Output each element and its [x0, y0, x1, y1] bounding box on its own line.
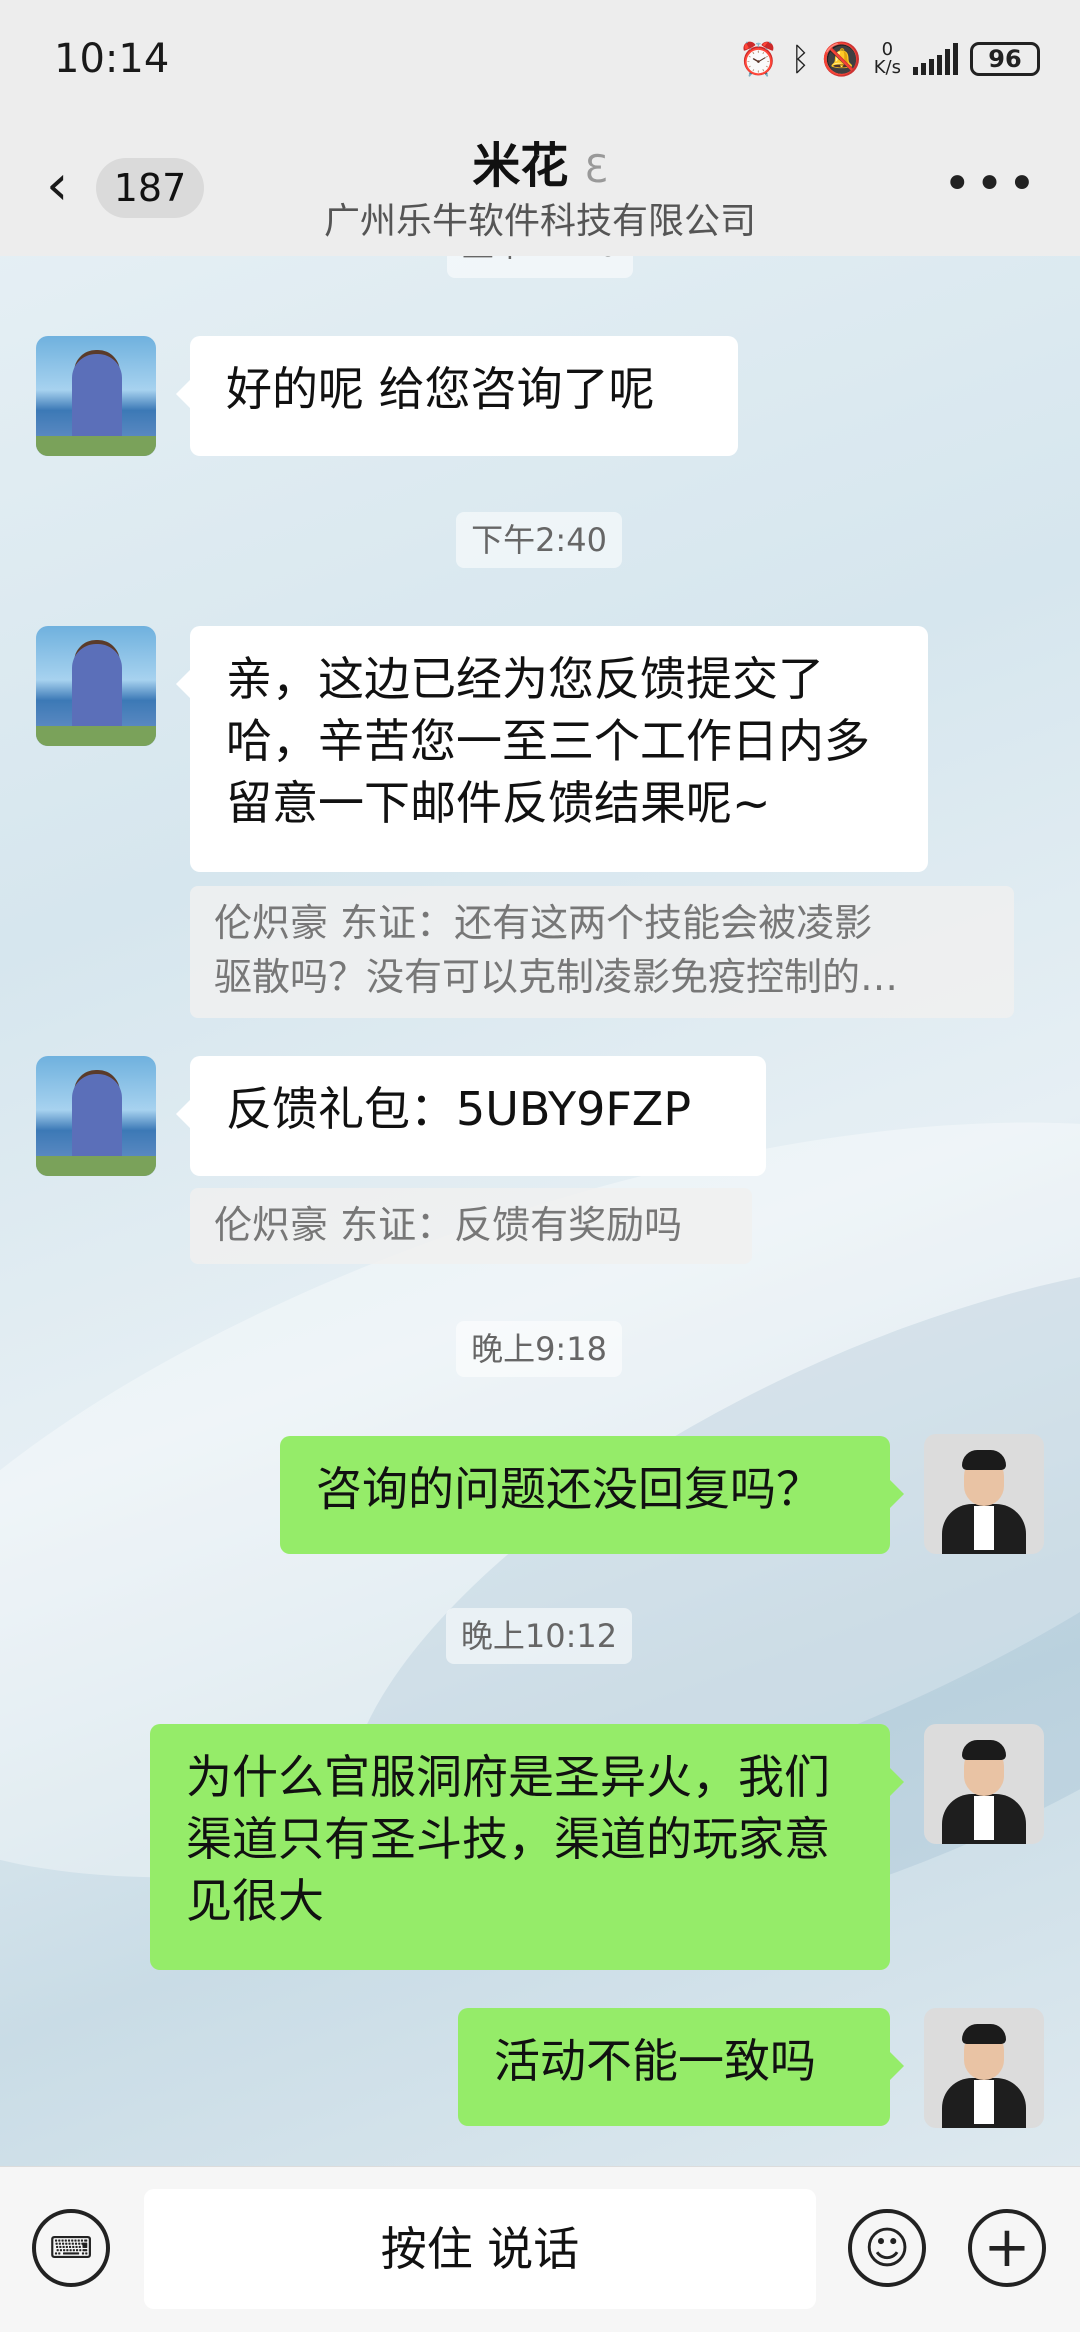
signal-icon [913, 43, 958, 75]
emoji-icon[interactable]: ☺ [848, 2209, 926, 2287]
battery-icon: 96 [970, 42, 1040, 76]
status-time: 10:14 [54, 36, 170, 82]
hold-to-talk-button[interactable]: 按住 说话 [144, 2189, 816, 2309]
more-options-icon[interactable]: ••• [943, 156, 1040, 212]
mute-icon: 🔕 [821, 40, 862, 78]
my-avatar[interactable] [924, 2008, 1044, 2128]
contact-avatar[interactable] [36, 336, 156, 456]
contact-company: 广州乐牛软件科技有限公司 [323, 201, 756, 242]
keyboard-icon[interactable]: ⌨ [32, 2209, 110, 2287]
my-avatar[interactable] [924, 1724, 1044, 1844]
timestamp: 晚上9:18 [456, 1321, 622, 1377]
status-icons: ⏰ ᛒ 🔕 0 K/s 96 [739, 40, 1040, 78]
ear-icon: ℇ [584, 147, 608, 191]
incoming-message[interactable]: 亲，这边已经为您反馈提交了哈，辛苦您一至三个工作日内多留意一下邮件反馈结果呢~ [176, 626, 928, 872]
chat-header: ‹ 187 米花 ℇ 广州乐牛软件科技有限公司 ••• [0, 118, 1080, 256]
timestamp: 晚上10:12 [446, 1608, 632, 1664]
my-avatar[interactable] [924, 1434, 1044, 1554]
outgoing-message[interactable]: 为什么官服洞府是圣异火，我们渠道只有圣斗技，渠道的玩家意见很大 [150, 1724, 904, 1970]
contact-avatar[interactable] [36, 1056, 156, 1176]
quoted-message[interactable]: 伦炽豪 东证：还有这两个技能会被凌影 驱散吗？没有可以克制凌影免疫控制的… [190, 886, 1014, 1018]
timestamp: 下午2:40 [456, 512, 622, 568]
status-bar: 10:14 ⏰ ᛒ 🔕 0 K/s 96 [0, 0, 1080, 118]
plus-icon[interactable]: + [968, 2209, 1046, 2287]
contact-name: 米花 [472, 138, 569, 194]
incoming-message[interactable]: 好的呢 给您咨询了呢 [176, 336, 738, 456]
bluetooth-icon: ᛒ [790, 40, 810, 78]
incoming-message[interactable]: 反馈礼包：5UBY9FZP [176, 1056, 766, 1176]
outgoing-message[interactable]: 咨询的问题还没回复吗？ [280, 1436, 904, 1554]
outgoing-message[interactable]: 活动不能一致吗 [458, 2008, 904, 2126]
input-bar: ⌨ 按住 说话 ☺ + [0, 2166, 1080, 2332]
chat-title: 米花 ℇ [0, 126, 1080, 196]
alarm-icon: ⏰ [738, 40, 779, 78]
contact-avatar[interactable] [36, 626, 156, 746]
network-speed: 0 K/s [873, 39, 901, 78]
quoted-message[interactable]: 伦炽豪 东证：反馈有奖励吗 [190, 1188, 752, 1264]
